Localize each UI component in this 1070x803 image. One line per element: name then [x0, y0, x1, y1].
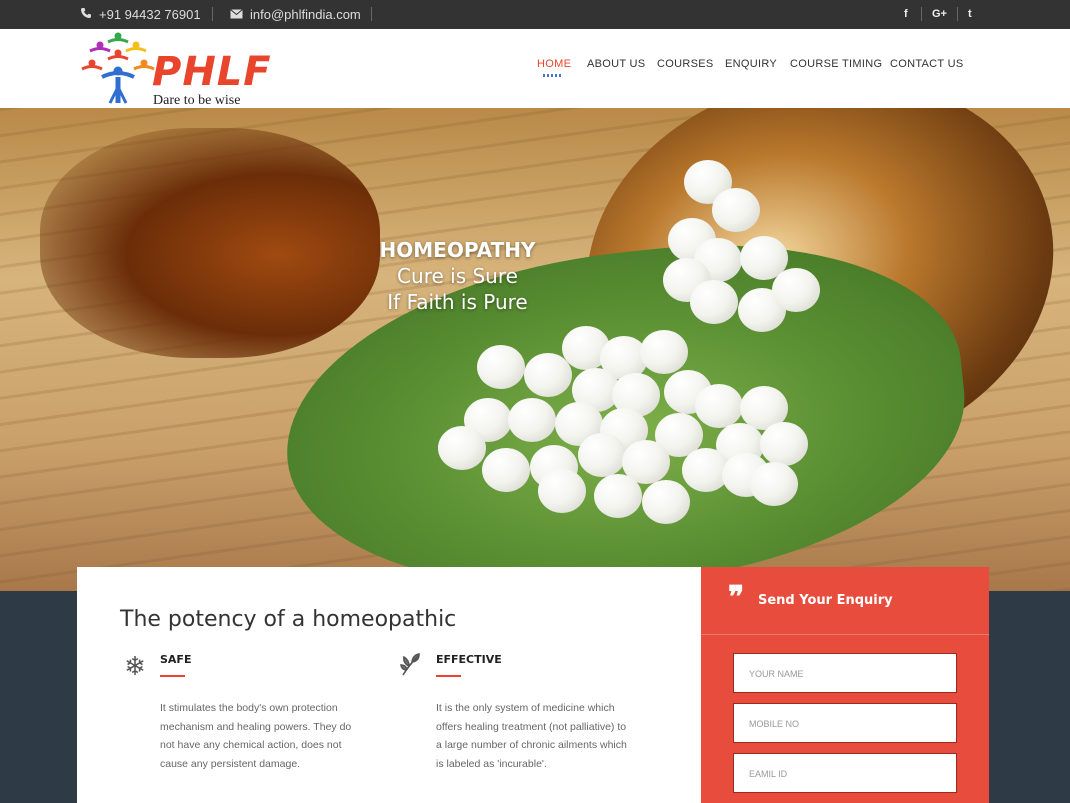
logo-tagline: Dare to be wise — [153, 93, 241, 108]
hero-subtitle-line2: If Faith is Pure — [387, 290, 528, 314]
nav-courses[interactable]: COURSES — [657, 58, 714, 70]
logo[interactable]: PHLF Dare to be wise — [80, 31, 272, 108]
top-bar: +91 94432 76901 info@phlfindia.com f G+ … — [0, 0, 1070, 29]
divider — [212, 7, 213, 21]
feature-title: SAFE — [160, 653, 192, 666]
logo-text: PHLF — [152, 49, 272, 95]
feature-description: It stimulates the body's own protection … — [160, 702, 352, 770]
hero-subtitle-line1: Cure is Sure — [397, 264, 518, 288]
enquiry-title: Send Your Enquiry — [758, 593, 893, 608]
enquiry-form: ❞ Send Your Enquiry YOUR NAME MOBILE NO … — [701, 567, 989, 803]
snowflake-icon: ❄ — [124, 651, 146, 681]
phone-contact[interactable]: +91 94432 76901 — [80, 7, 201, 22]
mobile-input[interactable]: MOBILE NO — [733, 703, 957, 743]
twitter-icon[interactable]: t — [968, 8, 972, 20]
phone-number: +91 94432 76901 — [99, 7, 201, 22]
feature-underline — [436, 675, 461, 677]
quote-icon: ❞ — [728, 580, 745, 615]
logo-figures-icon — [81, 32, 155, 104]
nav-course-timing[interactable]: COURSE TIMING — [790, 58, 882, 70]
facebook-icon[interactable]: f — [904, 8, 908, 20]
email-input[interactable]: EAMIL ID — [733, 753, 957, 793]
google-plus-icon[interactable]: G+ — [932, 8, 947, 20]
feature-title: EFFECTIVE — [436, 653, 502, 666]
nav-home[interactable]: HOME — [537, 58, 571, 70]
enquiry-header: ❞ Send Your Enquiry — [701, 567, 989, 635]
site-header: PHLF Dare to be wise HOME ABOUT US COURS… — [0, 29, 1070, 108]
nav-contact-us[interactable]: CONTACT US — [890, 58, 964, 70]
nav-enquiry[interactable]: ENQUIRY — [725, 58, 777, 70]
hero-banner: HOMEOPATHY Cure is Sure If Faith is Pure — [0, 108, 1070, 591]
active-indicator — [543, 74, 563, 77]
section-heading: The potency of a homeopathic — [120, 607, 457, 632]
email-address: info@phlfindia.com — [250, 7, 361, 22]
divider — [371, 7, 372, 21]
potency-section: The potency of a homeopathic ❄ SAFE It s… — [77, 567, 702, 803]
hero-slogan: HOMEOPATHY Cure is Sure If Faith is Pure — [0, 238, 915, 314]
hero-title: HOMEOPATHY — [379, 238, 536, 262]
leaf-icon — [396, 651, 426, 681]
phone-icon — [80, 7, 92, 22]
divider — [921, 7, 922, 21]
divider — [957, 7, 958, 21]
email-contact[interactable]: info@phlfindia.com — [230, 7, 361, 22]
feature-underline — [160, 675, 185, 677]
feature-description: It is the only system of medicine which … — [436, 702, 627, 770]
envelope-icon — [230, 7, 243, 22]
nav-about-us[interactable]: ABOUT US — [587, 58, 645, 70]
name-input[interactable]: YOUR NAME — [733, 653, 957, 693]
